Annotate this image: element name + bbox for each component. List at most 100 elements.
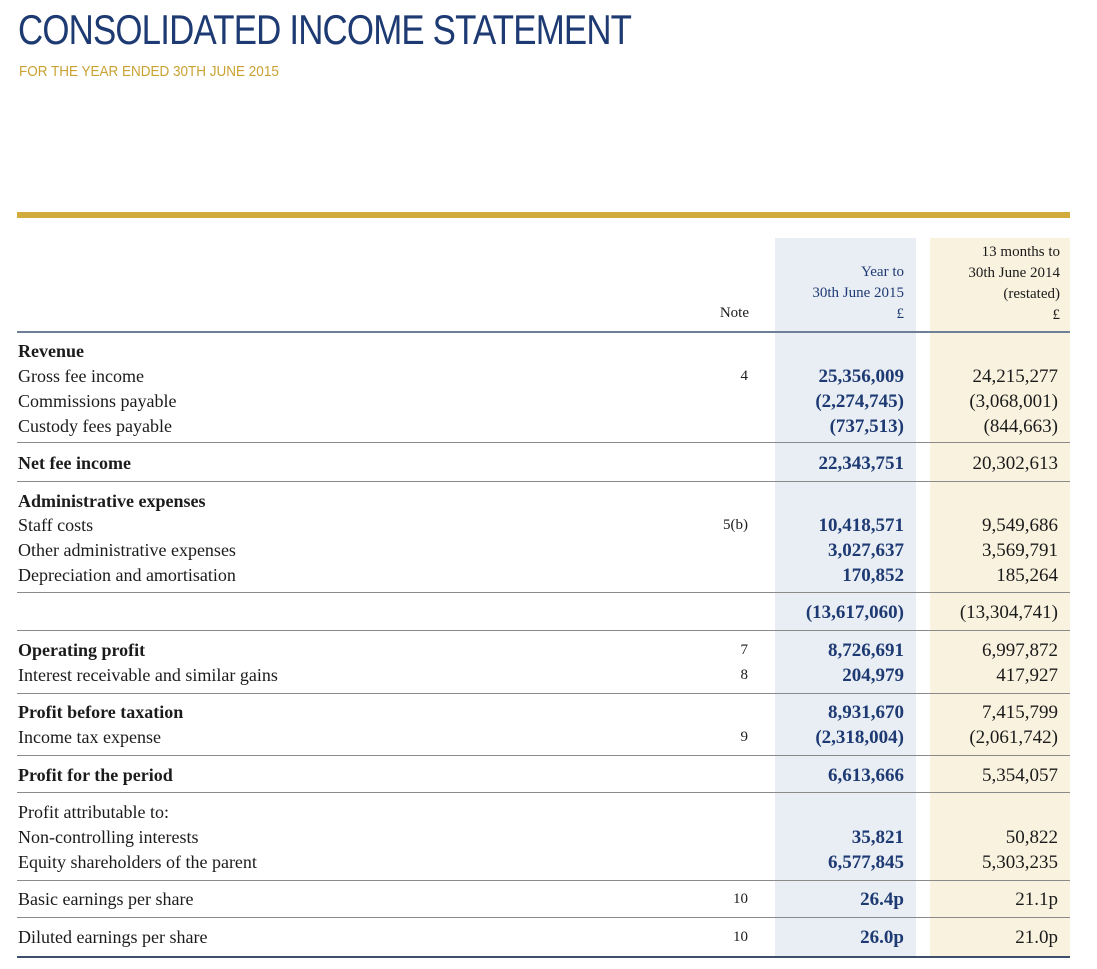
row-label: Custody fees payable (18, 416, 172, 436)
row-note: 8 (740, 667, 749, 683)
current-year-value: 26.0p (860, 927, 904, 948)
row-note (700, 414, 748, 439)
current-year-value: 170,852 (842, 565, 904, 586)
row-label: Non-controlling interests (18, 827, 199, 847)
table-row: Administrative expenses (0, 489, 1097, 514)
table-row: Equity shareholders of the parent 6,577,8… (0, 850, 1097, 875)
table-row: Revenue (0, 339, 1097, 364)
row-label: Administrative expenses (18, 491, 206, 511)
row-note: 4 (740, 368, 749, 384)
current-year-value: 35,821 (851, 827, 904, 848)
table-row: Depreciation and amortisation 170,852 185,… (0, 563, 1097, 588)
row-note: 10 (733, 891, 748, 907)
row-label: Depreciation and amortisation (18, 565, 236, 585)
row-note (700, 389, 748, 414)
current-year-value: 8,726,691 (828, 640, 904, 661)
current-year-value: 10,418,571 (818, 515, 905, 536)
row-divider (17, 792, 1070, 793)
row-note (700, 700, 748, 725)
table-row: Income tax expense 9 (2,318,004) (2,061,742… (0, 725, 1097, 750)
prior-year-value: 3,569,791 (982, 540, 1058, 561)
row-label: Operating profit (18, 640, 146, 660)
prior-year-value: 185,264 (996, 565, 1058, 586)
row-divider (17, 481, 1070, 482)
row-label: Commissions payable (18, 391, 177, 411)
current-year-value: 6,613,666 (828, 765, 904, 786)
current-year-value: 25,356,009 (818, 366, 905, 387)
prior-year-value: (2,061,742) (969, 727, 1058, 748)
table-row: Operating profit 7 8,726,691 6,997,872 (0, 638, 1097, 663)
prior-year-value (930, 339, 1058, 364)
current-year-value: (2,274,745) (815, 391, 904, 412)
table-row: Staff costs 5(b) 10,418,571 9,549,686 (0, 513, 1097, 538)
row-note (700, 538, 748, 563)
table-row: Profit attributable to: (0, 800, 1097, 825)
row-note (700, 563, 748, 588)
current-year-value: 26.4p (860, 889, 904, 910)
row-note (700, 489, 748, 514)
row-note (700, 850, 748, 875)
row-label: Staff costs (18, 515, 94, 535)
prior-year-value: 6,997,872 (982, 640, 1058, 661)
row-divider (17, 592, 1070, 593)
row-label: Profit before taxation (18, 702, 184, 722)
table-row: Interest receivable and similar gains 8 20… (0, 663, 1097, 688)
row-label: Basic earnings per share (18, 889, 194, 909)
row-divider (17, 331, 1070, 333)
current-year-value: 3,027,637 (828, 540, 904, 561)
prior-year-value: 20,302,613 (972, 453, 1059, 474)
table-row: Net fee income 22,343,751 20,302,613 (0, 451, 1097, 476)
table-row: Commissions payable (2,274,745) (3,068,001… (0, 389, 1097, 414)
row-label: Interest receivable and similar gains (18, 665, 278, 685)
row-label: Diluted earnings per share (18, 927, 208, 947)
table-row: Other administrative expenses 3,027,637 3,… (0, 538, 1097, 563)
row-divider (17, 693, 1070, 694)
row-note: 9 (740, 729, 749, 745)
current-year-value: (737,513) (829, 416, 904, 437)
prior-year-value: 417,927 (996, 665, 1058, 686)
row-label: Income tax expense (18, 727, 161, 747)
row-label: Other administrative expenses (18, 540, 236, 560)
row-divider (17, 956, 1070, 958)
row-note: 7 (740, 642, 749, 658)
current-year-value (775, 489, 904, 514)
row-note (700, 600, 748, 625)
row-note (700, 451, 748, 476)
table-row: Basic earnings per share 10 26.4p 21.1p (0, 887, 1097, 912)
prior-year-value: (844,663) (983, 416, 1058, 437)
row-note (700, 800, 748, 825)
current-year-value: 6,577,845 (828, 852, 904, 873)
row-note: 10 (733, 929, 748, 945)
row-label: Revenue (18, 341, 84, 361)
table-row: Custody fees payable (737,513) (844,663) (0, 414, 1097, 439)
row-note (700, 339, 748, 364)
prior-year-value: (3,068,001) (969, 391, 1058, 412)
row-note (700, 763, 748, 788)
current-year-value (775, 800, 904, 825)
prior-year-value: 21.0p (1015, 927, 1058, 948)
current-year-value: 22,343,751 (818, 453, 905, 474)
prior-year-value: 9,549,686 (982, 515, 1058, 536)
row-label: Profit attributable to: (18, 802, 169, 822)
table-row: Gross fee income 4 25,356,009 24,215,277 (0, 364, 1097, 389)
table-row: Non-controlling interests 35,821 50,822 (0, 825, 1097, 850)
current-year-value: (13,617,060) (805, 602, 904, 623)
current-year-value: 204,979 (842, 665, 904, 686)
prior-year-value: (13,304,741) (959, 602, 1058, 623)
row-divider (17, 630, 1070, 631)
row-label: Net fee income (18, 453, 131, 473)
table-row: Diluted earnings per share 10 26.0p 21.0p (0, 925, 1097, 950)
row-divider (17, 442, 1070, 443)
prior-year-value (930, 800, 1058, 825)
row-label: Profit for the period (18, 765, 173, 785)
prior-year-value: 7,415,799 (982, 702, 1058, 723)
row-divider (17, 880, 1070, 881)
row-divider (17, 755, 1070, 756)
current-year-value (775, 339, 904, 364)
prior-year-value: 5,354,057 (982, 765, 1058, 786)
prior-year-value: 24,215,277 (972, 366, 1059, 387)
table-row: Profit for the period 6,613,666 5,354,057 (0, 763, 1097, 788)
table-row: Profit before taxation 8,931,670 7,415,799 (0, 700, 1097, 725)
current-year-value: 8,931,670 (828, 702, 904, 723)
prior-year-value (930, 489, 1058, 514)
